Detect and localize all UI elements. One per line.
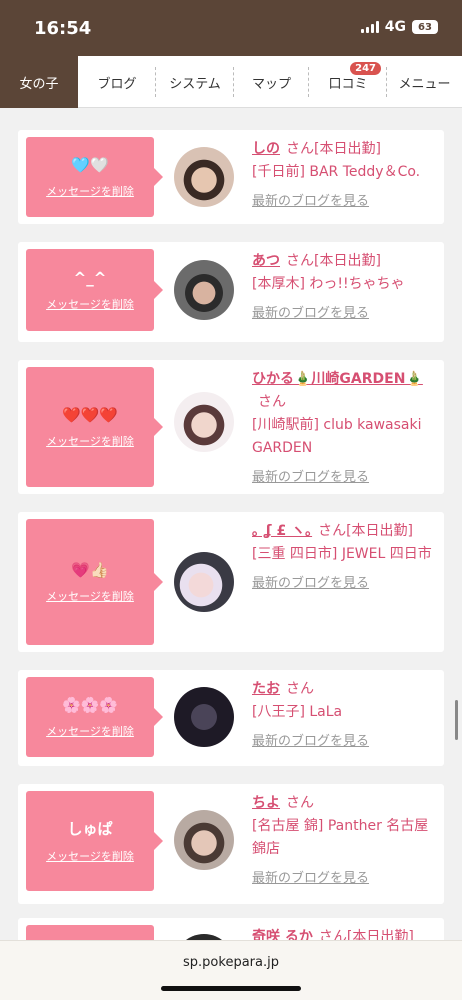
- message-text: 💗👍🏻: [71, 560, 109, 579]
- tab-label: 女の子: [19, 76, 59, 92]
- status-bar: 16:54 4G 63: [0, 0, 462, 56]
- honorific: さん: [286, 681, 314, 697]
- delete-message-link[interactable]: メッセージを削除: [46, 588, 134, 604]
- delete-message-link[interactable]: メッセージを削除: [46, 183, 134, 199]
- shop-name: [名古屋 錦] Panther 名古屋錦店: [252, 818, 429, 857]
- attendance-tag: [本日出勤]: [314, 253, 381, 269]
- shop-name: [八王子] LaLa: [252, 704, 343, 720]
- message-box: 💗👍🏻 メッセージを削除: [26, 519, 163, 645]
- girl-info: あつ さん[本日出勤] [本厚木] わっ!!ちゃちゃ 最新のブログを見る: [252, 250, 434, 325]
- browser-url-bar[interactable]: sp.pokepara.jp: [0, 940, 462, 1000]
- shop-name: [三重 四日市] JEWEL 四日市: [252, 546, 432, 562]
- avatar[interactable]: [174, 147, 234, 207]
- tab-reviews[interactable]: 口コミ 247: [309, 56, 387, 108]
- list-item: ^_^ メッセージを削除 あつ さん[本日出勤] [本厚木] わっ!!ちゃちゃ 最…: [18, 242, 444, 342]
- girl-info: 奇咲 るか さん[本日出勤]: [252, 926, 434, 940]
- delete-message-link[interactable]: メッセージを削除: [46, 433, 134, 449]
- avatar[interactable]: [174, 260, 234, 320]
- delete-message-link[interactable]: メッセージを削除: [46, 296, 134, 312]
- message-box: ^_^ メッセージを削除: [26, 249, 163, 331]
- attendance-tag: [本日出勤]: [314, 141, 381, 157]
- message-box: しゅぱ メッセージを削除: [26, 791, 163, 891]
- girl-name-link[interactable]: たお: [252, 681, 280, 697]
- latest-blog-link[interactable]: 最新のブログを見る: [252, 730, 434, 753]
- delete-message-link[interactable]: メッセージを削除: [46, 723, 134, 739]
- tab-bar: 女の子 ブログ システム マップ 口コミ 247 メニュー: [0, 56, 462, 108]
- shop-name: [本厚木] わっ!!ちゃちゃ: [252, 276, 405, 292]
- tab-map[interactable]: マップ: [234, 56, 309, 108]
- tab-menu[interactable]: メニュー: [387, 56, 462, 108]
- honorific: さん: [318, 929, 347, 940]
- girl-name-link[interactable]: 奇咲 るか: [252, 929, 313, 940]
- tab-girls[interactable]: 女の子: [0, 56, 78, 108]
- latest-blog-link[interactable]: 最新のブログを見る: [252, 466, 434, 489]
- list-item: しゅぱ メッセージを削除 ちよ さん [名古屋 錦] Panther 名古屋錦店 …: [18, 784, 444, 904]
- message-box: ❤️❤️❤️ メッセージを削除: [26, 367, 163, 487]
- honorific: さん: [286, 141, 314, 157]
- girl-info: ｡ ʆ £ ヽ｡ さん[本日出勤] [三重 四日市] JEWEL 四日市 最新のブ…: [252, 520, 434, 595]
- scrollbar[interactable]: [455, 700, 458, 740]
- honorific: さん: [258, 394, 286, 410]
- url-text: sp.pokepara.jp: [183, 955, 279, 970]
- tab-label: マップ: [251, 76, 291, 92]
- message-box: 🌸🌸🌸 メッセージを削除: [26, 677, 163, 757]
- latest-blog-link[interactable]: 最新のブログを見る: [252, 190, 434, 213]
- avatar[interactable]: [174, 687, 234, 747]
- tab-label: 口コミ: [328, 76, 368, 92]
- status-time: 16:54: [34, 18, 92, 39]
- girl-name-link[interactable]: ｡ ʆ £ ヽ｡: [252, 523, 312, 539]
- girl-info: しの さん[本日出勤] [千日前] BAR Teddy＆Co. 最新のブログを見る: [252, 138, 434, 213]
- girl-name-link[interactable]: しの: [252, 141, 280, 157]
- tab-system[interactable]: システム: [156, 56, 234, 108]
- tab-label: ブログ: [97, 76, 137, 92]
- tab-label: システム: [169, 76, 221, 92]
- attendance-tag: [本日出勤]: [346, 523, 414, 539]
- girl-name-link[interactable]: あつ: [252, 253, 280, 269]
- message-box: [26, 925, 154, 940]
- list-item: 💗👍🏻 メッセージを削除 ｡ ʆ £ ヽ｡ さん[本日出勤] [三重 四日市] J…: [18, 512, 444, 652]
- tab-blog[interactable]: ブログ: [78, 56, 156, 108]
- delete-message-link[interactable]: メッセージを削除: [46, 848, 134, 864]
- signal-icon: [360, 21, 379, 33]
- reviews-count-badge: 247: [350, 62, 381, 75]
- girl-info: たお さん [八王子] LaLa 最新のブログを見る: [252, 678, 434, 753]
- message-text: ^_^: [73, 268, 107, 287]
- latest-blog-link[interactable]: 最新のブログを見る: [252, 867, 434, 890]
- shop-name: [千日前] BAR Teddy＆Co.: [252, 164, 421, 180]
- message-box: 🩵🤍 メッセージを削除: [26, 137, 163, 217]
- home-indicator[interactable]: [161, 986, 301, 991]
- avatar[interactable]: [174, 810, 234, 870]
- avatar[interactable]: [174, 552, 234, 612]
- message-text: ❤️❤️❤️: [61, 405, 119, 424]
- honorific: さん: [286, 253, 314, 269]
- message-list: 🩵🤍 メッセージを削除 しの さん[本日出勤] [千日前] BAR Teddy＆C…: [0, 108, 462, 940]
- battery-icon: 63: [412, 20, 438, 34]
- status-indicators: 4G 63: [360, 19, 438, 35]
- attendance-tag: [本日出勤]: [346, 929, 414, 940]
- girl-name-link[interactable]: ひかる🎍川崎GARDEN🎍: [252, 371, 423, 387]
- girl-info: ひかる🎍川崎GARDEN🎍 さん [川崎駅前] club kawasaki GAR…: [252, 368, 434, 489]
- girl-name-link[interactable]: ちよ: [252, 795, 280, 811]
- list-item: 🩵🤍 メッセージを削除 しの さん[本日出勤] [千日前] BAR Teddy＆C…: [18, 130, 444, 224]
- message-text: 🌸🌸🌸: [61, 695, 119, 714]
- honorific: さん: [286, 795, 314, 811]
- girl-info: ちよ さん [名古屋 錦] Panther 名古屋錦店 最新のブログを見る: [252, 792, 434, 890]
- list-item: 🌸🌸🌸 メッセージを削除 たお さん [八王子] LaLa 最新のブログを見る: [18, 670, 444, 766]
- list-item: ❤️❤️❤️ メッセージを削除 ひかる🎍川崎GARDEN🎍 さん [川崎駅前] c…: [18, 360, 444, 494]
- network-label: 4G: [384, 19, 406, 35]
- tab-label: メニュー: [398, 76, 451, 92]
- avatar[interactable]: [174, 392, 234, 452]
- honorific: さん: [318, 523, 347, 539]
- latest-blog-link[interactable]: 最新のブログを見る: [252, 572, 434, 595]
- list-item: 奇咲 るか さん[本日出勤]: [18, 918, 444, 940]
- latest-blog-link[interactable]: 最新のブログを見る: [252, 302, 434, 325]
- message-text: しゅぱ: [67, 820, 113, 838]
- shop-name: [川崎駅前] club kawasaki GARDEN: [252, 417, 422, 456]
- message-text: 🩵🤍: [71, 155, 109, 174]
